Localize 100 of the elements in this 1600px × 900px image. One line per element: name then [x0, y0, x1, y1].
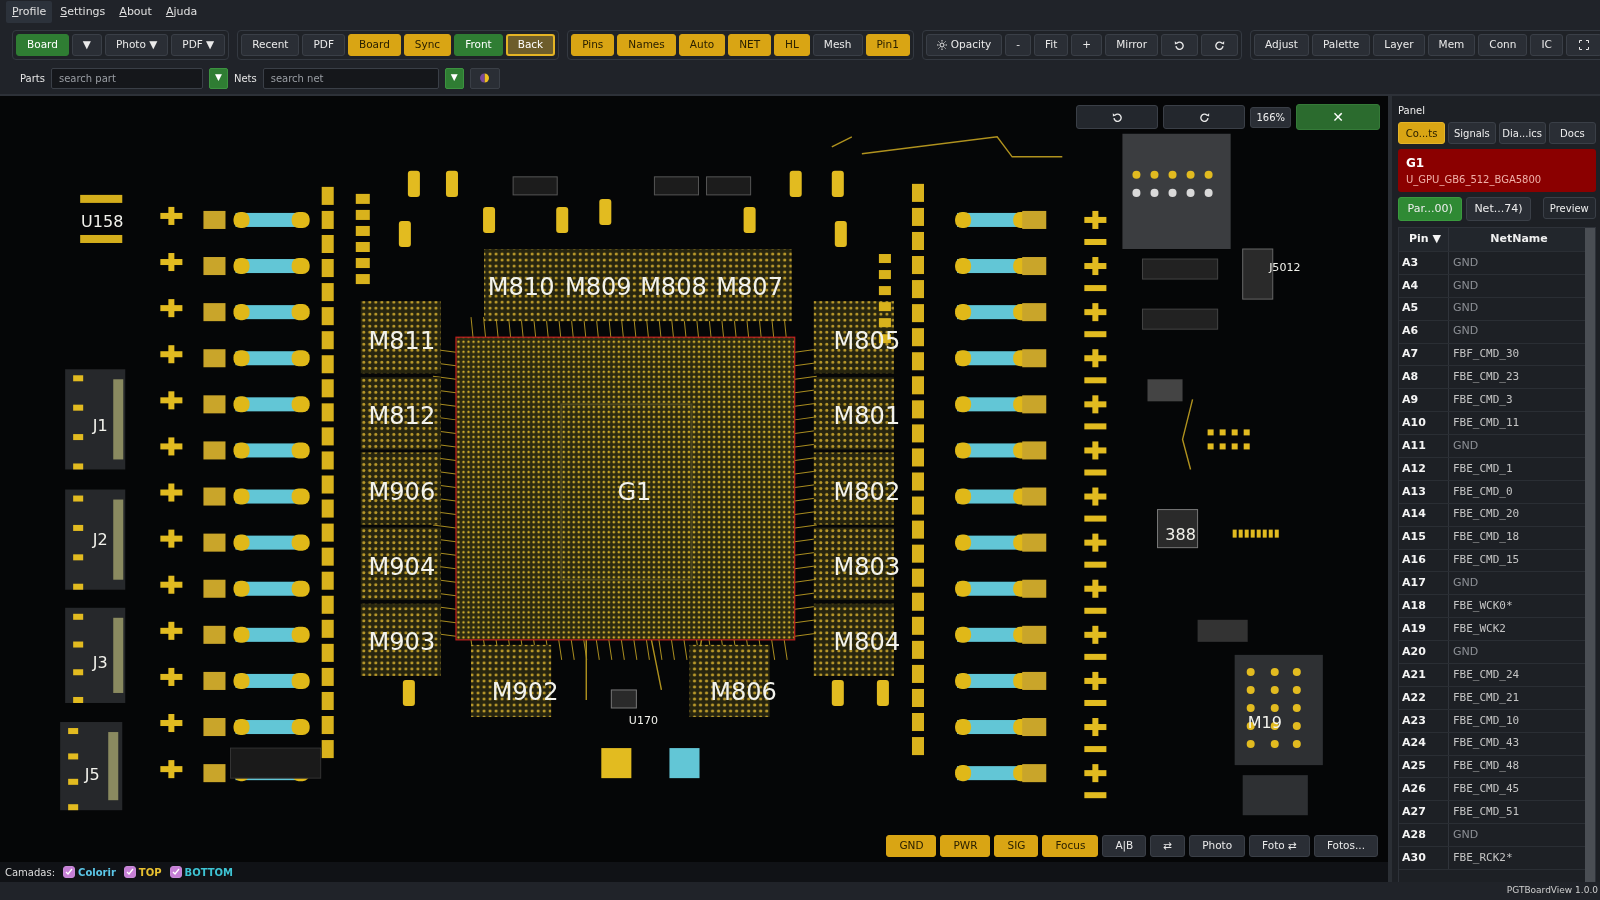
rotate-right-button[interactable]	[1201, 34, 1239, 56]
pin-cell: A5	[1399, 297, 1449, 320]
toolbar-button[interactable]: Mem	[1427, 34, 1476, 56]
toolbar-button[interactable]: Foto ⇄	[1249, 835, 1310, 857]
rotate-left-button[interactable]	[1161, 34, 1199, 56]
column-header[interactable]: Pin ▼	[1399, 228, 1449, 251]
component-label: J3	[92, 652, 108, 672]
net-cell-text: FBE_RCK2*	[1452, 849, 1514, 866]
scrollbar[interactable]	[1585, 228, 1595, 882]
component-label: J5	[84, 765, 100, 785]
toolbar-button[interactable]: Auto	[678, 34, 726, 56]
component-label: J2	[92, 529, 108, 549]
toolbar-button[interactable]: Board	[16, 34, 69, 56]
toolbar-button[interactable]: PDF	[302, 34, 345, 56]
net-cell-text: FBE_CMD_3	[1452, 392, 1514, 409]
toolbar-button[interactable]: Conn	[1478, 34, 1528, 56]
component-label: G1	[617, 477, 652, 506]
net-cell-text: FBE_CMD_24	[1452, 666, 1521, 683]
menu-item[interactable]: Profile	[6, 0, 53, 24]
component-label: M810	[487, 273, 555, 302]
toolbar-button[interactable]: Fotos...	[1313, 835, 1378, 857]
net-cell-text: FBE_CMD_10	[1452, 712, 1521, 729]
toolbar-button[interactable]: Pins	[571, 34, 615, 56]
pin-cell: A24	[1399, 732, 1449, 755]
toolbar-button[interactable]: ▼	[71, 34, 102, 56]
pin-cell: A20	[1399, 641, 1449, 664]
pin-cell: A6	[1399, 320, 1449, 343]
panel-tab[interactable]: Signals	[1448, 122, 1496, 144]
toolbar-button[interactable]: NET	[728, 34, 772, 56]
toolbar-button[interactable]: Names	[617, 34, 676, 56]
toolbar-button[interactable]: Photo	[1189, 835, 1246, 857]
toolbar-button[interactable]: A|B	[1102, 835, 1147, 857]
checkbox[interactable]	[63, 866, 76, 878]
toolbar-button[interactable]: Mesh	[812, 34, 863, 56]
layer-label: Colorir	[78, 865, 116, 880]
net-cell-text: FBE_WCK2	[1452, 620, 1507, 637]
part-name: G1	[1406, 155, 1426, 172]
component-label: 388	[1165, 524, 1196, 544]
toolbar-button[interactable]: Focus	[1042, 835, 1099, 857]
menu-item[interactable]: About	[113, 0, 158, 24]
component-label: M903	[368, 627, 436, 656]
component-label: M803	[833, 552, 901, 581]
net-cell-text: FBE_CMD_18	[1452, 529, 1521, 546]
toolbar-button[interactable]: PWR	[940, 835, 991, 857]
pin-cell: A12	[1399, 458, 1449, 480]
toolbar-button[interactable]: Sync	[403, 34, 452, 56]
menu-item[interactable]: Ajuda	[159, 0, 204, 24]
checkbox[interactable]	[169, 866, 182, 878]
net-cell-text: GND	[1452, 575, 1480, 592]
pin-cell: A14	[1399, 503, 1449, 526]
toolbar-button[interactable]: Pin1	[865, 34, 910, 56]
toolbar-button[interactable]: Front	[454, 34, 503, 56]
toolbar-button[interactable]: Fit	[1034, 34, 1069, 56]
rotate-right-icon	[1214, 39, 1226, 51]
toolbar-button[interactable]: Adjust	[1254, 34, 1309, 56]
search-field[interactable]: search part	[50, 67, 203, 89]
toolbar-button[interactable]: -	[1005, 34, 1032, 56]
net-cell-text: GND	[1452, 643, 1480, 660]
net-cell-text: GND	[1452, 826, 1480, 843]
toolbar-button[interactable]: PDF ▼	[171, 34, 226, 56]
net-cell-text: GND	[1452, 437, 1480, 454]
field-label: Nets	[233, 71, 257, 86]
net-cell-text: FBE_CMD_1	[1452, 460, 1514, 477]
panel-tab[interactable]: Docs	[1548, 122, 1596, 144]
fullscreen-button[interactable]	[1565, 34, 1600, 56]
component-label: J1	[92, 416, 108, 436]
toolbar-button[interactable]: GND	[886, 835, 937, 857]
net-cell-text: FBE_CMD_15	[1452, 552, 1521, 569]
component-label: J5012	[1269, 261, 1301, 275]
panel-tab[interactable]: Dia...ics	[1498, 122, 1546, 144]
toolbar-button[interactable]: Opacity	[925, 34, 1003, 56]
component-label: M802	[833, 477, 901, 506]
panel-tab[interactable]: Co...ts	[1398, 122, 1446, 144]
toolbar-button[interactable]: SIG	[994, 835, 1039, 857]
toolbar-button[interactable]: IC	[1530, 34, 1563, 56]
toolbar-button[interactable]: Layer	[1373, 34, 1425, 56]
toolbar-button[interactable]: +	[1071, 34, 1103, 56]
preview-button[interactable]: Preview	[1542, 197, 1596, 219]
toolbar-button[interactable]: Back	[505, 34, 556, 56]
close-button[interactable]: ✕	[1296, 104, 1380, 130]
dropdown-button[interactable]: ▼	[208, 67, 228, 89]
toolbar-button[interactable]: Photo ▼	[104, 34, 169, 56]
toolbar-button[interactable]: Board	[347, 34, 401, 56]
pin-cell: A16	[1399, 549, 1449, 572]
toolbar-button[interactable]: ⇄	[1150, 835, 1186, 857]
fullscreen-icon	[1578, 40, 1589, 50]
column-header[interactable]: NetName	[1449, 231, 1585, 248]
menu-item[interactable]: Settings	[54, 0, 112, 24]
toolbar-button[interactable]: Palette	[1311, 34, 1371, 56]
sub-tab[interactable]: Par...00)	[1398, 197, 1463, 221]
toolbar-button[interactable]: Mirror	[1105, 34, 1159, 56]
net-cell-text: GND	[1452, 277, 1480, 294]
toolbar-button[interactable]: Recent	[241, 34, 300, 56]
net-cell-text: FBE_CMD_23	[1452, 369, 1521, 386]
theme-toggle-button[interactable]	[469, 67, 500, 89]
dropdown-button[interactable]: ▼	[444, 67, 464, 89]
checkbox[interactable]	[123, 866, 136, 878]
sub-tab[interactable]: Net...74)	[1466, 197, 1531, 221]
search-field[interactable]: search net	[262, 67, 439, 89]
toolbar-button[interactable]: HL	[774, 34, 810, 56]
